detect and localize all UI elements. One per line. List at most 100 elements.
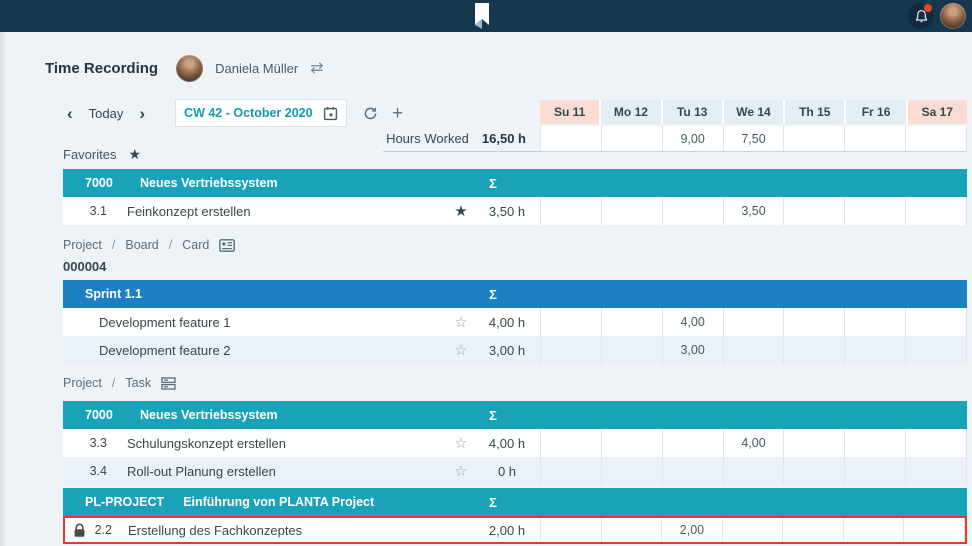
project-code: 7000: [85, 176, 121, 190]
breadcrumb-separator: /: [112, 376, 115, 390]
task-day-cells: 2,00: [540, 518, 965, 542]
task-row[interactable]: Development feature 1 ☆ 4,00 h 4,00: [63, 308, 967, 336]
time-entry-cell[interactable]: [601, 336, 662, 364]
hours-worked-cell: [783, 126, 844, 151]
time-entry-cell[interactable]: [783, 197, 844, 225]
time-entry-cell[interactable]: [601, 457, 662, 485]
time-entry-cell[interactable]: [601, 429, 662, 457]
sprint-title: Sprint 1.1: [85, 287, 434, 301]
task-title: Erstellung des Fachkonzeptes: [128, 523, 448, 538]
project-title: Neues Vertriebssystem: [140, 176, 434, 190]
time-entry-cell[interactable]: [905, 429, 967, 457]
time-entry-cell[interactable]: [722, 518, 783, 542]
time-entry-cell[interactable]: [601, 197, 662, 225]
previous-week-button[interactable]: ‹: [63, 105, 77, 122]
task-day-cells: 4,00: [540, 308, 967, 336]
time-entry-cell[interactable]: 4,00: [723, 429, 784, 457]
week-day-header-row: Su 11 Mo 12 Tu 13 We 14 Th 15 Fr 16 Sa 1…: [540, 100, 967, 124]
calendar-icon[interactable]: [323, 106, 338, 121]
project-title: Einführung von PLANTA Project: [183, 495, 434, 509]
time-entry-cell[interactable]: [540, 457, 601, 485]
breadcrumb-item-task[interactable]: Task: [125, 376, 151, 390]
time-entry-cell[interactable]: [844, 336, 905, 364]
day-header-tu: Tu 13: [663, 100, 722, 124]
time-entry-cell[interactable]: [662, 457, 723, 485]
time-entry-cell[interactable]: [723, 457, 784, 485]
breadcrumb-item-project[interactable]: Project: [63, 238, 102, 252]
hours-worked-cell: [540, 126, 601, 151]
time-entry-cell[interactable]: [540, 336, 601, 364]
favorite-star-icon[interactable]: ☆: [448, 315, 474, 330]
breadcrumb-item-project[interactable]: Project: [63, 376, 102, 390]
time-entry-cell[interactable]: [783, 336, 844, 364]
task-row[interactable]: 3.4 Roll-out Planung erstellen ☆ 0 h: [63, 457, 967, 485]
time-entry-cell[interactable]: [905, 457, 967, 485]
time-entry-cell[interactable]: 3,00: [662, 336, 723, 364]
switch-user-icon[interactable]: ⇄: [310, 61, 323, 77]
breadcrumb-item-card[interactable]: Card: [182, 238, 209, 252]
time-entry-cell[interactable]: [844, 197, 905, 225]
time-entry-cell[interactable]: [843, 518, 904, 542]
board-id-label: 000004: [63, 259, 106, 274]
time-entry-cell[interactable]: [844, 429, 905, 457]
day-header-fr: Fr 16: [846, 100, 905, 124]
task-title: Development feature 1: [99, 315, 448, 330]
favorite-star-icon[interactable]: ☆: [448, 343, 474, 358]
page-header: Time Recording Daniela Müller ⇄: [45, 55, 324, 82]
time-entry-cell[interactable]: [844, 457, 905, 485]
hours-worked-cell: [844, 126, 905, 151]
notifications-bell-icon[interactable]: [908, 3, 934, 29]
project-group-header: 7000 Neues Vertriebssystem Σ: [63, 169, 967, 197]
time-entry-cell[interactable]: [844, 308, 905, 336]
task-row[interactable]: 3.1 Feinkonzept erstellen ★ 3,50 h 3,50: [63, 197, 967, 225]
time-entry-cell[interactable]: [662, 429, 723, 457]
page-title: Time Recording: [45, 60, 158, 77]
time-entry-cell[interactable]: [782, 518, 843, 542]
today-button[interactable]: Today: [89, 106, 124, 121]
add-entry-button[interactable]: +: [392, 104, 403, 123]
breadcrumb-separator: /: [169, 238, 172, 252]
refresh-icon[interactable]: [363, 106, 378, 121]
task-row[interactable]: 3.3 Schulungskonzept erstellen ☆ 4,00 h …: [63, 429, 967, 457]
favorite-star-icon[interactable]: ☆: [448, 436, 474, 451]
time-entry-cell[interactable]: [905, 336, 967, 364]
time-entry-cell[interactable]: [662, 197, 723, 225]
task-number: 2.2: [92, 523, 112, 537]
favorite-star-icon[interactable]: ☆: [448, 464, 474, 479]
time-entry-cell[interactable]: [601, 308, 662, 336]
time-entry-cell[interactable]: [723, 308, 784, 336]
user-avatar[interactable]: [940, 3, 966, 29]
notification-dot-badge: [924, 4, 932, 12]
task-day-cells: 4,00: [540, 429, 967, 457]
time-entry-cell[interactable]: [783, 457, 844, 485]
breadcrumb-item-board[interactable]: Board: [125, 238, 158, 252]
time-entry-cell[interactable]: 2,00: [661, 518, 722, 542]
planta-bookmark-logo-icon: [468, 1, 492, 36]
time-entry-cell[interactable]: [540, 197, 601, 225]
breadcrumb-task: Project / Task: [63, 376, 176, 390]
time-entry-cell[interactable]: [783, 308, 844, 336]
time-entry-cell[interactable]: [601, 518, 662, 542]
time-entry-cell[interactable]: [903, 518, 965, 542]
time-entry-cell[interactable]: [723, 336, 784, 364]
task-row-highlighted[interactable]: 2.2 Erstellung des Fachkonzeptes 2,00 h …: [63, 516, 967, 544]
next-week-button[interactable]: ›: [135, 105, 149, 122]
task-title: Development feature 2: [99, 343, 448, 358]
time-entry-cell[interactable]: [540, 518, 601, 542]
task-day-cells: 3,00: [540, 336, 967, 364]
time-entry-cell[interactable]: [540, 308, 601, 336]
hours-worked-day-grid: 9,00 7,50: [540, 126, 967, 151]
period-selector[interactable]: CW 42 - October 2020: [175, 99, 347, 127]
task-row[interactable]: Development feature 2 ☆ 3,00 h 3,00: [63, 336, 967, 364]
time-entry-cell[interactable]: 4,00: [662, 308, 723, 336]
favorite-star-icon[interactable]: ★: [448, 204, 474, 219]
time-entry-cell[interactable]: [540, 429, 601, 457]
day-header-we: We 14: [724, 100, 783, 124]
hours-worked-row: Hours Worked 16,50 h 9,00 7,50: [383, 126, 967, 152]
hours-worked-total: 16,50 h: [482, 126, 540, 151]
time-entry-cell[interactable]: 3,50: [723, 197, 784, 225]
user-avatar[interactable]: [176, 55, 203, 82]
time-entry-cell[interactable]: [905, 197, 967, 225]
time-entry-cell[interactable]: [905, 308, 967, 336]
time-entry-cell[interactable]: [783, 429, 844, 457]
